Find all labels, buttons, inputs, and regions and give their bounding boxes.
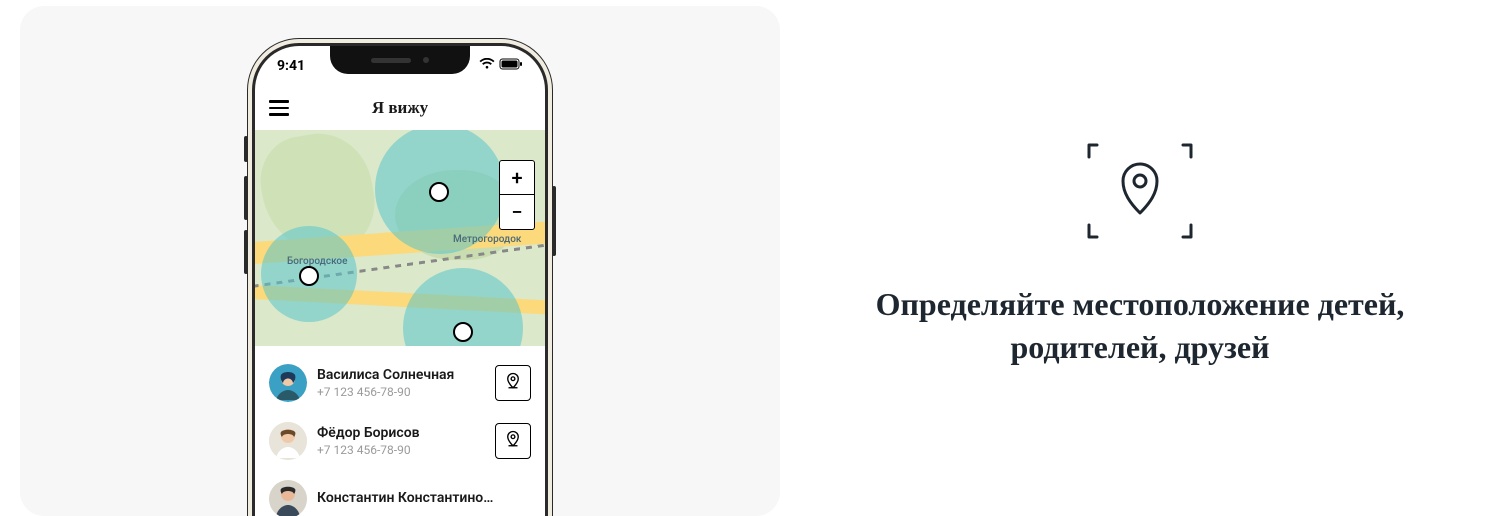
location-focus-icon bbox=[1085, 141, 1195, 245]
app-header: Я вижу bbox=[255, 86, 545, 130]
location-pin-icon bbox=[504, 372, 522, 394]
contacts-list: Василиса Солнечная +7 123 456-78-90 Фёдо… bbox=[255, 346, 545, 516]
status-time: 9:41 bbox=[277, 58, 305, 74]
list-item[interactable]: Константин Константино… bbox=[269, 470, 531, 516]
locate-button[interactable] bbox=[495, 423, 531, 459]
zoom-in-button[interactable]: + bbox=[500, 161, 534, 195]
contact-phone: +7 123 456-78-90 bbox=[317, 443, 495, 457]
avatar bbox=[269, 422, 307, 460]
contact-phone: +7 123 456-78-90 bbox=[317, 385, 495, 399]
map-pin[interactable] bbox=[453, 322, 473, 342]
list-item[interactable]: Фёдор Борисов +7 123 456-78-90 bbox=[269, 412, 531, 470]
map-zoom-control: + − bbox=[499, 160, 535, 230]
phone-showcase-panel: 9:41 Я вижу Богородско bbox=[20, 6, 780, 516]
phone-side-button bbox=[244, 136, 248, 162]
map-pin[interactable] bbox=[429, 182, 449, 202]
list-item[interactable]: Василиса Солнечная +7 123 456-78-90 bbox=[269, 354, 531, 412]
wifi-icon bbox=[479, 58, 495, 74]
phone-side-button bbox=[244, 230, 248, 274]
zoom-out-button[interactable]: − bbox=[500, 195, 534, 229]
status-bar: 9:41 bbox=[255, 58, 545, 74]
locate-button[interactable] bbox=[495, 365, 531, 401]
app-title: Я вижу bbox=[269, 98, 531, 118]
contact-name: Константин Константино… bbox=[317, 490, 531, 506]
battery-icon bbox=[499, 58, 523, 74]
map-pin[interactable] bbox=[299, 266, 319, 286]
status-icons bbox=[479, 58, 523, 74]
map-label: Метрогородок bbox=[453, 234, 521, 245]
feature-title: Определяйте местоположение детей, родите… bbox=[840, 283, 1440, 369]
avatar bbox=[269, 364, 307, 402]
feature-description-panel: Определяйте местоположение детей, родите… bbox=[780, 0, 1500, 510]
avatar bbox=[269, 480, 307, 516]
phone-side-button bbox=[244, 176, 248, 220]
contact-name: Василиса Солнечная bbox=[317, 367, 495, 383]
contact-name: Фёдор Борисов bbox=[317, 425, 495, 441]
map-view[interactable]: Богородское Метрогородок + − bbox=[255, 130, 545, 346]
map-label: Богородское bbox=[287, 256, 347, 267]
phone-side-button bbox=[552, 186, 556, 256]
location-pin-icon bbox=[504, 430, 522, 452]
phone-mockup: 9:41 Я вижу Богородско bbox=[255, 46, 545, 516]
